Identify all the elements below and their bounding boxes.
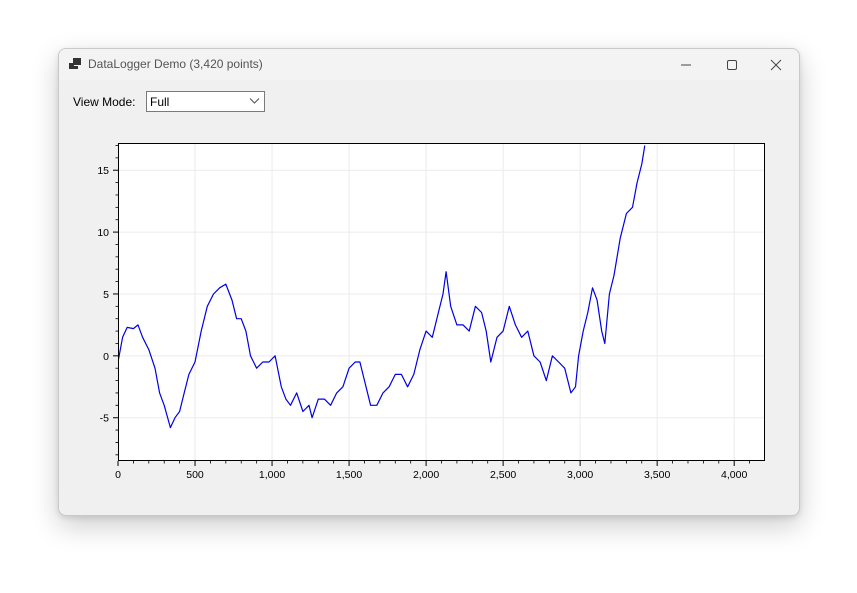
x-tick-label: 3,500 xyxy=(644,469,670,481)
x-tick-label: 2,500 xyxy=(490,469,516,481)
y-tick-label: 15 xyxy=(97,165,109,177)
y-tick-label: 5 xyxy=(103,289,109,301)
x-tick-label: 0 xyxy=(115,469,121,481)
x-tick-label: 500 xyxy=(186,469,204,481)
x-tick-label: 4,000 xyxy=(721,469,747,481)
x-tick-label: 1,500 xyxy=(336,469,362,481)
y-tick-label: 0 xyxy=(103,351,109,363)
y-tick-label: -5 xyxy=(100,413,109,425)
y-tick-label: 10 xyxy=(97,227,109,239)
x-tick-label: 1,000 xyxy=(259,469,285,481)
main-window: DataLogger Demo (3,420 points) View Mode… xyxy=(58,48,800,516)
line-chart[interactable]: 0 500 1,000 1,500 2,000 2,500 3,000 3,500 4,000 -… xyxy=(59,49,799,515)
x-tick-label: 2,000 xyxy=(413,469,439,481)
x-tick-label: 3,000 xyxy=(567,469,593,481)
